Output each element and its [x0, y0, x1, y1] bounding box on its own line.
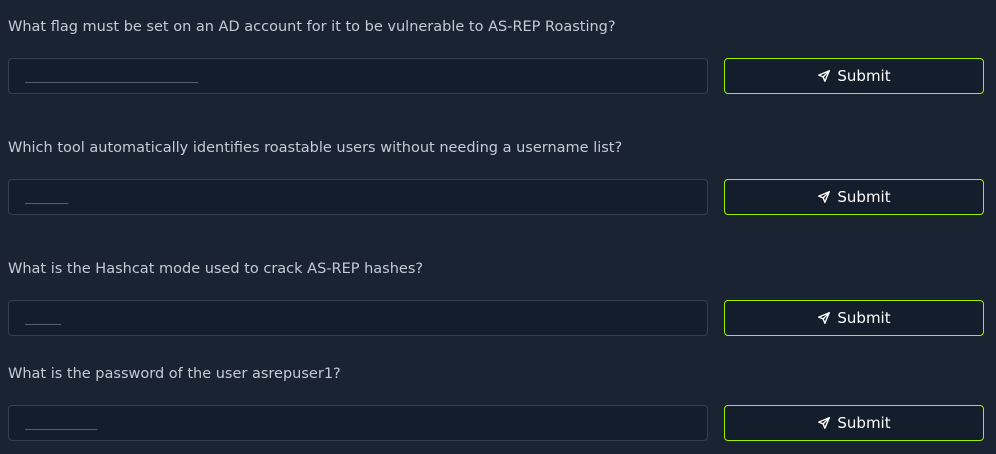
answer-input[interactable] [8, 300, 708, 336]
answer-input[interactable] [8, 58, 708, 94]
question-text: Which tool automatically identifies roas… [8, 140, 623, 156]
submit-label: Submit [837, 67, 891, 85]
send-icon [817, 416, 831, 430]
answer-input[interactable] [8, 405, 708, 441]
submit-label: Submit [837, 414, 891, 432]
submit-label: Submit [837, 188, 891, 206]
send-icon [817, 311, 831, 325]
submit-label: Submit [837, 309, 891, 327]
submit-button[interactable]: Submit [724, 405, 984, 441]
answer-input[interactable] [8, 179, 708, 215]
question-text: What is the Hashcat mode used to crack A… [8, 261, 424, 277]
submit-button[interactable]: Submit [724, 58, 984, 94]
send-icon [817, 190, 831, 204]
submit-button[interactable]: Submit [724, 179, 984, 215]
question-text: What flag must be set on an AD account f… [8, 19, 616, 35]
submit-button[interactable]: Submit [724, 300, 984, 336]
question-text: What is the password of the user asrepus… [8, 366, 341, 382]
send-icon [817, 69, 831, 83]
